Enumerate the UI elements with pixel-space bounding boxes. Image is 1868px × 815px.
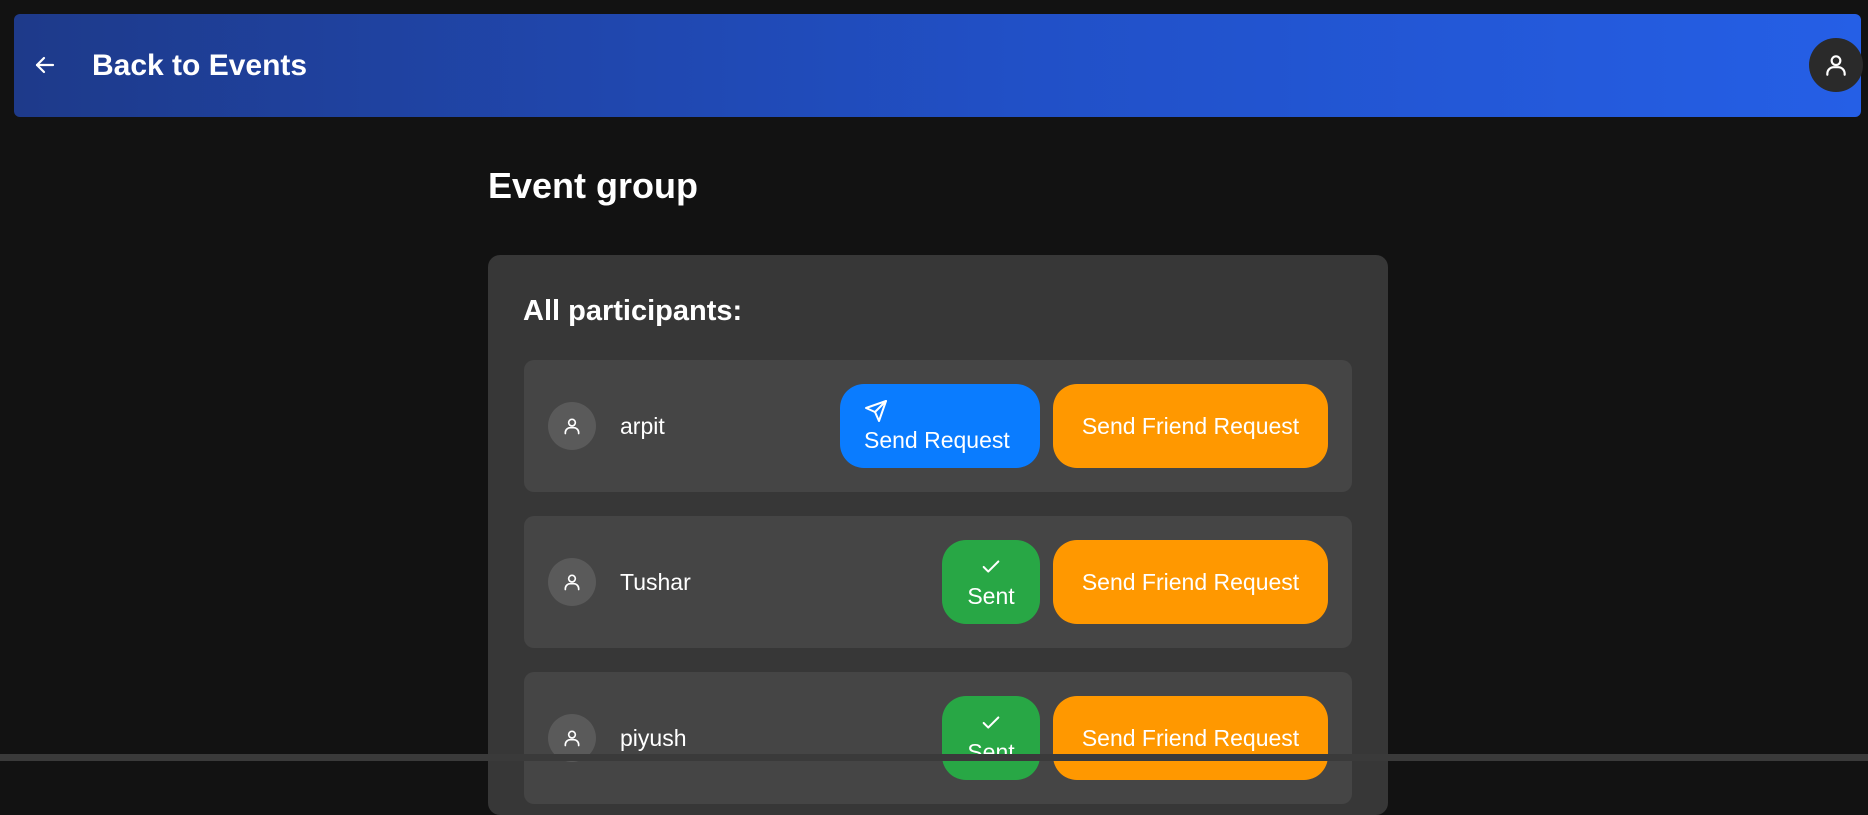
participant-row: Tushar Sent Send Friend Request <box>524 516 1352 648</box>
sent-request-button[interactable]: Sent <box>942 696 1040 780</box>
send-friend-request-label: Send Friend Request <box>1081 568 1300 595</box>
bottom-scroll-edge <box>0 754 1868 761</box>
participant-actions: Sent Send Friend Request <box>942 540 1328 624</box>
check-icon <box>982 559 1000 573</box>
participant-row: arpit Send Request Send Friend Request <box>524 360 1352 492</box>
participants-card: All participants: arpit Send Request Sen… <box>488 255 1388 815</box>
send-friend-request-button[interactable]: Send Friend Request <box>1053 696 1328 780</box>
send-request-label: Send Request <box>864 426 1010 453</box>
participants-heading: All participants: <box>523 295 743 327</box>
sent-label: Sent <box>967 582 1015 609</box>
check-icon <box>982 715 1000 729</box>
participant-row: piyush Sent Send Friend Request <box>524 672 1352 804</box>
participant-name: Tushar <box>620 569 691 595</box>
participant-name: piyush <box>620 725 687 751</box>
user-icon <box>564 574 580 591</box>
send-friend-request-button[interactable]: Send Friend Request <box>1053 540 1328 624</box>
participant-actions: Sent Send Friend Request <box>942 696 1328 780</box>
participant-avatar <box>548 402 596 450</box>
send-friend-request-label: Send Friend Request <box>1081 724 1300 751</box>
sent-label: Sent <box>967 738 1015 765</box>
participant-name: arpit <box>620 413 665 439</box>
back-to-events-link[interactable]: Back to Events <box>92 14 307 117</box>
page-title: Event group <box>488 165 699 206</box>
send-icon <box>865 399 887 422</box>
arrow-left-icon <box>35 56 55 74</box>
user-icon <box>1826 55 1846 76</box>
sent-request-button[interactable]: Sent <box>942 540 1040 624</box>
send-friend-request-button[interactable]: Send Friend Request <box>1053 384 1328 468</box>
back-button[interactable] <box>24 44 66 86</box>
user-icon <box>564 418 580 435</box>
top-header: Back to Events <box>14 14 1863 117</box>
participant-avatar <box>548 558 596 606</box>
send-request-button[interactable]: Send Request <box>840 384 1040 468</box>
user-icon <box>564 730 580 747</box>
participant-actions: Send Request Send Friend Request <box>840 384 1328 468</box>
send-friend-request-label: Send Friend Request <box>1081 412 1300 439</box>
profile-avatar-button[interactable] <box>1809 38 1863 92</box>
